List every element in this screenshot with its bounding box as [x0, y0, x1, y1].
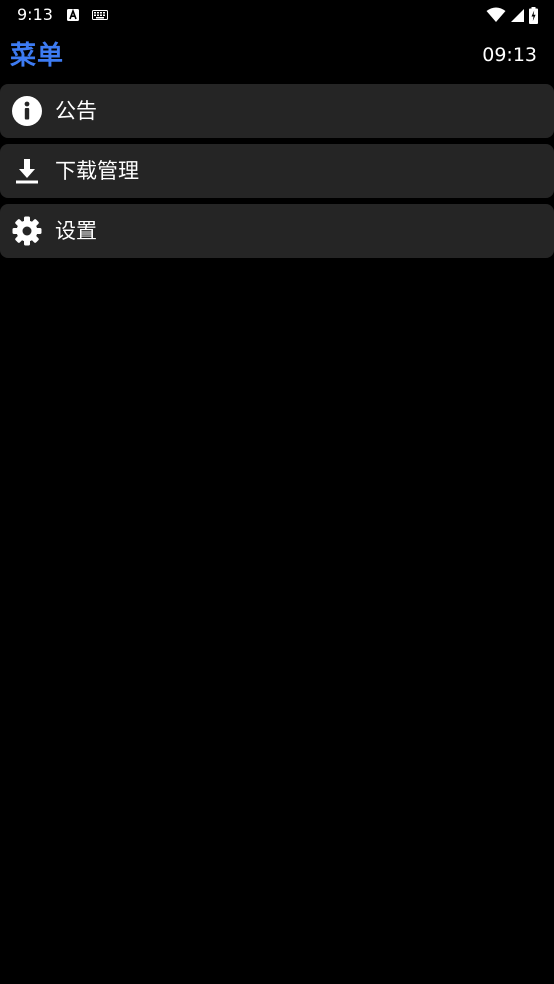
header: 菜单 09:13	[0, 30, 554, 82]
status-bar: 9:13	[0, 0, 554, 30]
status-icons	[486, 6, 538, 24]
download-icon	[16, 159, 38, 184]
cell-signal-icon	[511, 8, 524, 22]
info-icon	[12, 96, 42, 126]
menu-item-download-manager[interactable]: 下载管理	[0, 144, 554, 198]
menu-item-settings[interactable]: 设置	[0, 204, 554, 258]
a-notification-icon	[67, 9, 79, 21]
menu-item-label: 设置	[55, 219, 97, 243]
battery-icon	[529, 6, 538, 24]
header-clock: 09:13	[482, 44, 537, 66]
menu-item-announcement[interactable]: 公告	[0, 84, 554, 138]
menu-item-label: 公告	[55, 99, 97, 123]
menu-list: 公告 下载管理 设置	[0, 84, 554, 264]
page-title: 菜单	[10, 41, 65, 71]
status-time: 9:13	[17, 5, 53, 24]
menu-item-label: 下载管理	[55, 159, 139, 183]
wifi-icon	[486, 7, 506, 22]
keyboard-icon	[92, 10, 108, 20]
gear-icon	[12, 216, 42, 246]
